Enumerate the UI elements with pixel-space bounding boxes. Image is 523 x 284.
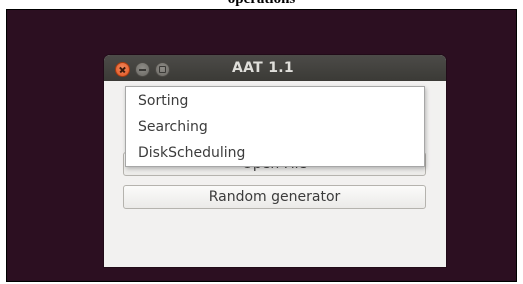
menu-item-searching[interactable]: Searching	[138, 118, 208, 136]
desktop-background: AAT 1.1 Open File Random generator Sorti…	[6, 9, 517, 282]
random-generator-button[interactable]: Random generator	[123, 185, 426, 209]
window-titlebar[interactable]: AAT 1.1	[104, 55, 446, 81]
maximize-icon[interactable]	[155, 62, 170, 77]
window-title: AAT 1.1	[232, 60, 294, 76]
menu-item-diskscheduling[interactable]: DiskScheduling	[138, 144, 245, 162]
minimize-icon[interactable]	[135, 62, 150, 77]
menu-item-sorting[interactable]: Sorting	[138, 92, 188, 110]
figure-caption: operations	[0, 0, 523, 8]
close-icon[interactable]	[115, 62, 130, 77]
operations-menu: Sorting Searching DiskScheduling	[125, 86, 425, 167]
